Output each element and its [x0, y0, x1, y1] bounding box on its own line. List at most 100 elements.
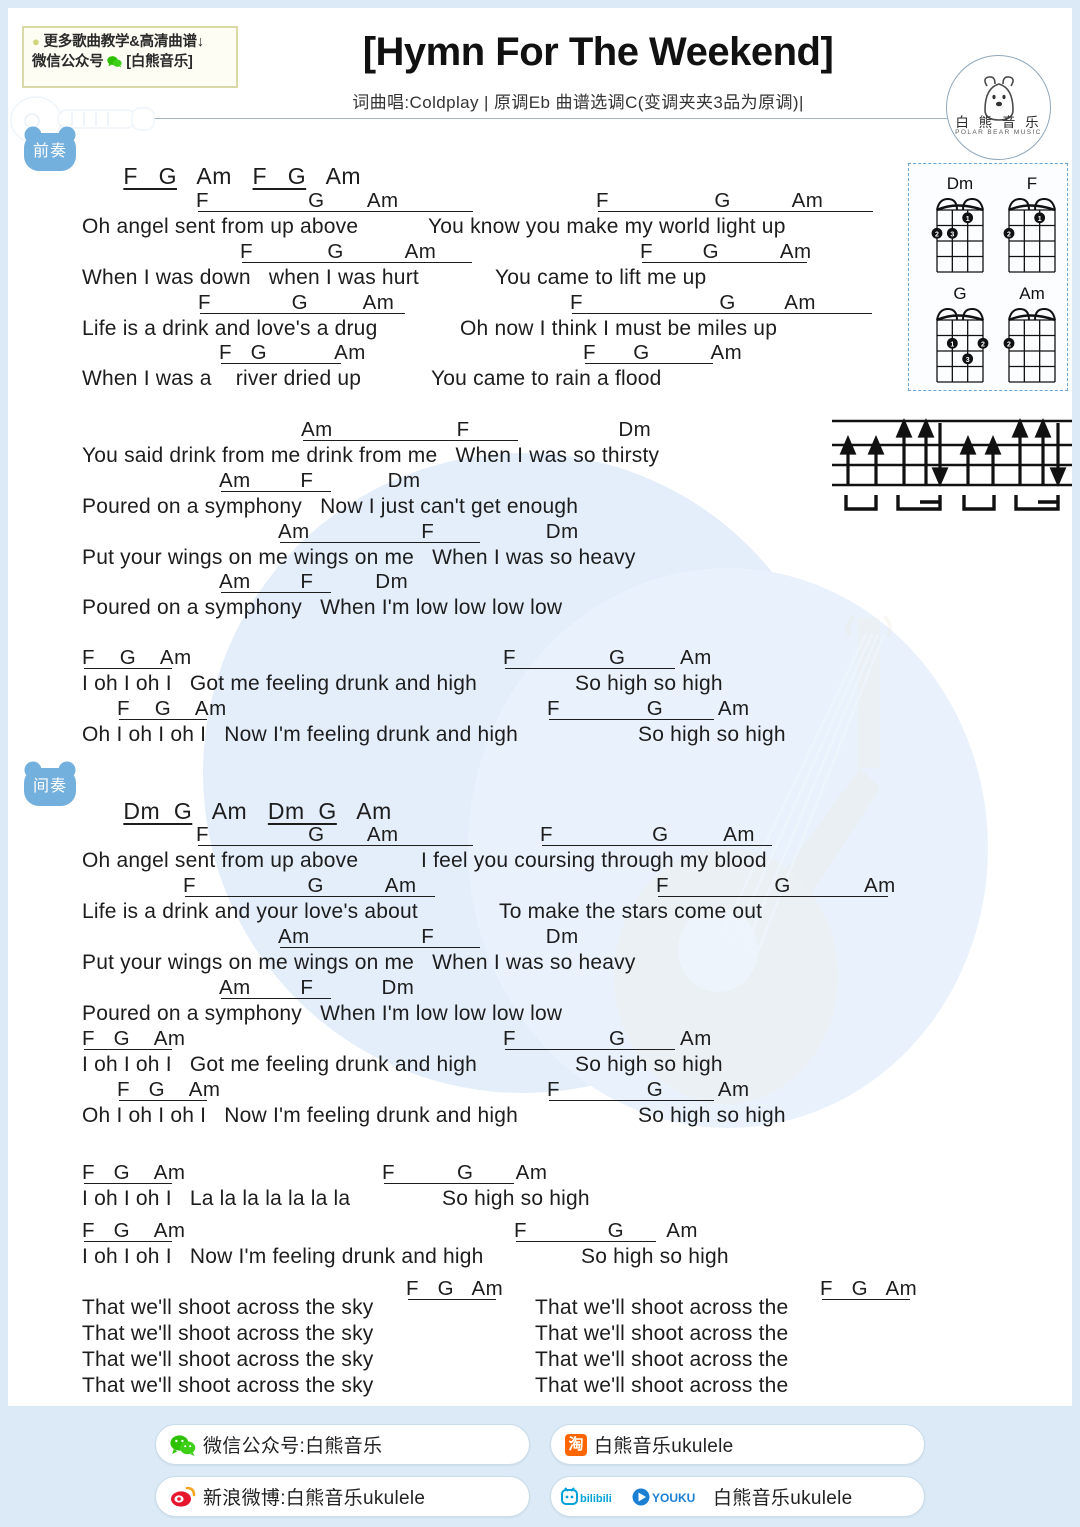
- footer-button-wechat-label: 微信公众号:白熊音乐: [203, 1436, 383, 1457]
- polar-bear-icon: [984, 76, 1014, 121]
- lyric-line: I oh I oh I Got me feeling drunk and hig…: [82, 1053, 478, 1076]
- chord-line: F G Am: [82, 1161, 186, 1184]
- notice-text-2a: 微信公众号: [32, 53, 104, 70]
- chord-underline: [242, 262, 472, 263]
- chord-gap4: Am: [336, 798, 392, 824]
- lyric-line: You came to rain a flood: [431, 367, 662, 390]
- lyric-line: So high so high: [581, 1245, 729, 1268]
- lyric-line: Put your wings on me wings on me When I …: [82, 546, 636, 569]
- beam-3: [962, 495, 996, 511]
- strum-up-6: [984, 434, 1002, 485]
- chord-underline: [119, 719, 207, 720]
- chord-dm2: Dm G: [267, 798, 337, 824]
- chord-line: F G Am: [406, 1277, 504, 1300]
- chord-underline: [185, 896, 435, 897]
- chord-diagram-dm: Dm 1 2 3: [931, 174, 989, 276]
- taobao-icon: 淘: [565, 1433, 587, 1456]
- chord-line: F G Am: [596, 189, 824, 212]
- lyric-line: You came to lift me up: [495, 266, 707, 289]
- chord-line: F G Am: [547, 697, 750, 720]
- logo-en-text: POLAR BEAR MUSIC: [955, 129, 1042, 136]
- chord-underline: [598, 211, 873, 212]
- beam-1: [844, 495, 878, 511]
- lyric-line: So high so high: [442, 1187, 590, 1210]
- chord-underline: [119, 1100, 207, 1101]
- lyric-line: Poured on a symphony When I'm low low lo…: [82, 1002, 563, 1025]
- chord-underline: [221, 363, 341, 364]
- chord-underline: [280, 542, 480, 543]
- chord-grid: 2: [1003, 307, 1056, 383]
- chord-line: F G Am: [570, 291, 816, 314]
- chord-line: Am F Dm: [278, 520, 579, 543]
- lyric-line: Oh I oh I oh I Now I'm feeling drunk and…: [82, 1104, 518, 1127]
- chord-line: F G Am: [196, 823, 399, 846]
- footer-button-bilibili-youku[interactable]: bilibili YOUKU 白熊音乐ukulele: [550, 1476, 925, 1517]
- svg-text:1: 1: [950, 341, 954, 348]
- strum-up-4: [917, 417, 935, 485]
- sheet-body: ● 更多歌曲教学&高清曲谱↓ 微信公众号 [白熊音乐] [Hymn For Th…: [8, 8, 1072, 1406]
- chord-diagram-panel: Dm 1 2 3 F12 G123 Am 2: [908, 163, 1068, 391]
- chord-dm: Dm G: [123, 798, 193, 824]
- svg-text:2: 2: [935, 231, 939, 238]
- svg-text:bilibili: bilibili: [580, 1493, 612, 1505]
- footer-button-weibo[interactable]: 新浪微博:白熊音乐ukulele: [155, 1476, 530, 1517]
- chord-line: F G Am: [82, 1219, 186, 1242]
- chord-gap3: Am: [192, 798, 268, 824]
- strum-up-7: [1011, 417, 1029, 485]
- chord-underline: [505, 668, 675, 669]
- page-title: [Hymn For The Weekend]: [362, 30, 834, 74]
- strum-up-8: [1034, 417, 1052, 485]
- chord-line: F G Am: [382, 1161, 548, 1184]
- tail-lyric-line: That we'll shoot across the sky: [82, 1296, 374, 1319]
- logo-cn-text: 白 熊 音 乐: [955, 115, 1042, 130]
- chord-gap: Am: [176, 163, 253, 189]
- chord-gap2: Am: [306, 163, 362, 189]
- lyric-line: When I was down when I was hurt: [82, 266, 419, 289]
- chord-underline: [572, 313, 872, 314]
- chord-underline: [84, 1241, 172, 1242]
- chord-line: F G Am: [640, 240, 812, 263]
- chord-underline: [642, 262, 807, 263]
- strum-up-3: [895, 417, 913, 485]
- footer-button-taobao[interactable]: 淘 白熊音乐ukulele: [550, 1424, 925, 1465]
- chord-diagram-am: Am 2: [1003, 284, 1061, 386]
- lyric-line: You know you make my world light up: [428, 215, 786, 238]
- chord-f: F G: [123, 163, 177, 189]
- tail-lyric-line: That we'll shoot across the: [535, 1322, 789, 1345]
- chord-line: F G Am: [117, 697, 227, 720]
- chord-line: F G Am: [583, 341, 743, 364]
- svg-text:2: 2: [1007, 231, 1011, 238]
- svg-text:2: 2: [1007, 341, 1011, 348]
- section-badge-intro-label: 前奏: [32, 143, 67, 160]
- section-badge-interlude-label: 间奏: [32, 778, 67, 795]
- footer-button-wechat[interactable]: 微信公众号:白熊音乐: [155, 1424, 530, 1465]
- lyric-line: Oh I oh I oh I Now I'm feeling drunk and…: [82, 723, 518, 746]
- strum-up-1: [839, 434, 857, 485]
- chord-line: F G Am: [656, 874, 896, 897]
- strum-down-2: [1049, 423, 1067, 488]
- svg-text:YOUKU: YOUKU: [652, 1491, 695, 1505]
- chord-line: F G Am: [196, 189, 399, 212]
- svg-text:3: 3: [950, 231, 954, 238]
- tail-lyric-line: That we'll shoot across the: [535, 1296, 789, 1319]
- chord-diagram-f: F12: [1003, 174, 1061, 276]
- chord-underline: [221, 491, 331, 492]
- lyric-line: Put your wings on me wings on me When I …: [82, 951, 636, 974]
- lyric-line: So high so high: [575, 672, 723, 695]
- chord-line: F G Am: [82, 646, 192, 669]
- chord-line: F G Am: [183, 874, 417, 897]
- chord-line: F G Am: [219, 341, 366, 364]
- lyric-line: When I was a river dried up: [82, 367, 362, 390]
- notice-line-1: ● 更多歌曲教学&高清曲谱↓: [32, 33, 230, 53]
- section-badge-intro: 前奏: [22, 124, 78, 174]
- youku-icon: YOUKU: [632, 1487, 706, 1507]
- chord-underline: [516, 1241, 656, 1242]
- strum-up-5: [959, 434, 977, 485]
- header-divider: [68, 118, 1028, 119]
- chord-line: Am F Dm: [219, 469, 421, 492]
- svg-text:3: 3: [966, 357, 970, 364]
- lyric-line: To make the stars come out: [499, 900, 763, 923]
- bullet-dot: ●: [32, 34, 40, 49]
- lyric-line: I oh I oh I Got me feeling drunk and hig…: [82, 672, 478, 695]
- tail-lyric-line: That we'll shoot across the sky: [82, 1322, 374, 1345]
